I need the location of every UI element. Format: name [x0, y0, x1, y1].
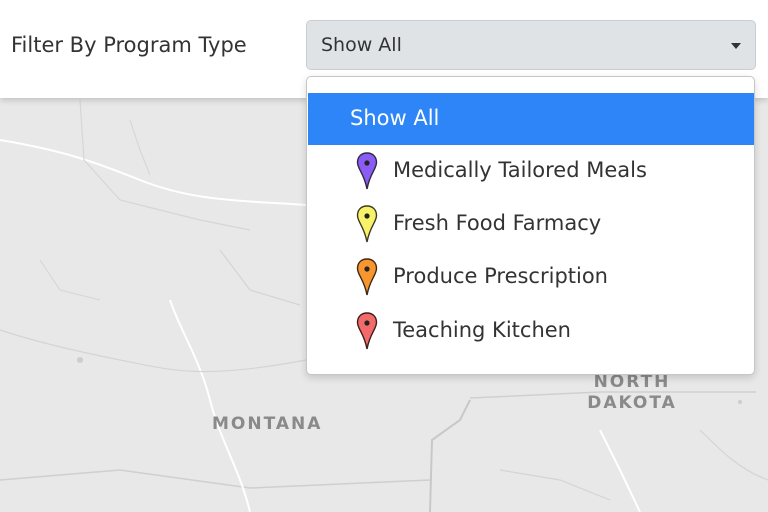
- option-label: Produce Prescription: [393, 264, 608, 288]
- filter-label: Filter By Program Type: [11, 33, 247, 57]
- map-label-north-dakota-line1: NORTH: [593, 372, 671, 392]
- option-label: Medically Tailored Meals: [393, 158, 647, 182]
- option-show-all[interactable]: Show All: [308, 93, 754, 145]
- option-label: Teaching Kitchen: [393, 318, 571, 342]
- map-label-north-dakota-line2: DAKOTA: [587, 393, 677, 413]
- select-value: Show All: [321, 34, 402, 56]
- orange-map-pin-icon: [356, 258, 378, 296]
- option-fresh-food-farmacy[interactable]: Fresh Food Farmacy: [308, 198, 754, 250]
- map-label-north-dakota: NORTH DAKOTA: [582, 372, 682, 414]
- program-type-dropdown: Show All Medically Tailored Meals Fresh …: [306, 76, 755, 375]
- option-label: Show All: [350, 106, 440, 130]
- option-produce-prescription[interactable]: Produce Prescription: [308, 251, 754, 303]
- caret-down-icon: [731, 43, 741, 49]
- option-teaching-kitchen[interactable]: Teaching Kitchen: [308, 305, 754, 357]
- yellow-map-pin-icon: [356, 205, 378, 243]
- purple-map-pin-icon: [356, 152, 378, 190]
- option-label: Fresh Food Farmacy: [393, 211, 602, 235]
- program-type-select[interactable]: Show All: [306, 20, 756, 70]
- map-label-montana: MONTANA: [212, 414, 323, 434]
- red-map-pin-icon: [356, 312, 378, 350]
- option-medically-tailored-meals[interactable]: Medically Tailored Meals: [308, 145, 754, 197]
